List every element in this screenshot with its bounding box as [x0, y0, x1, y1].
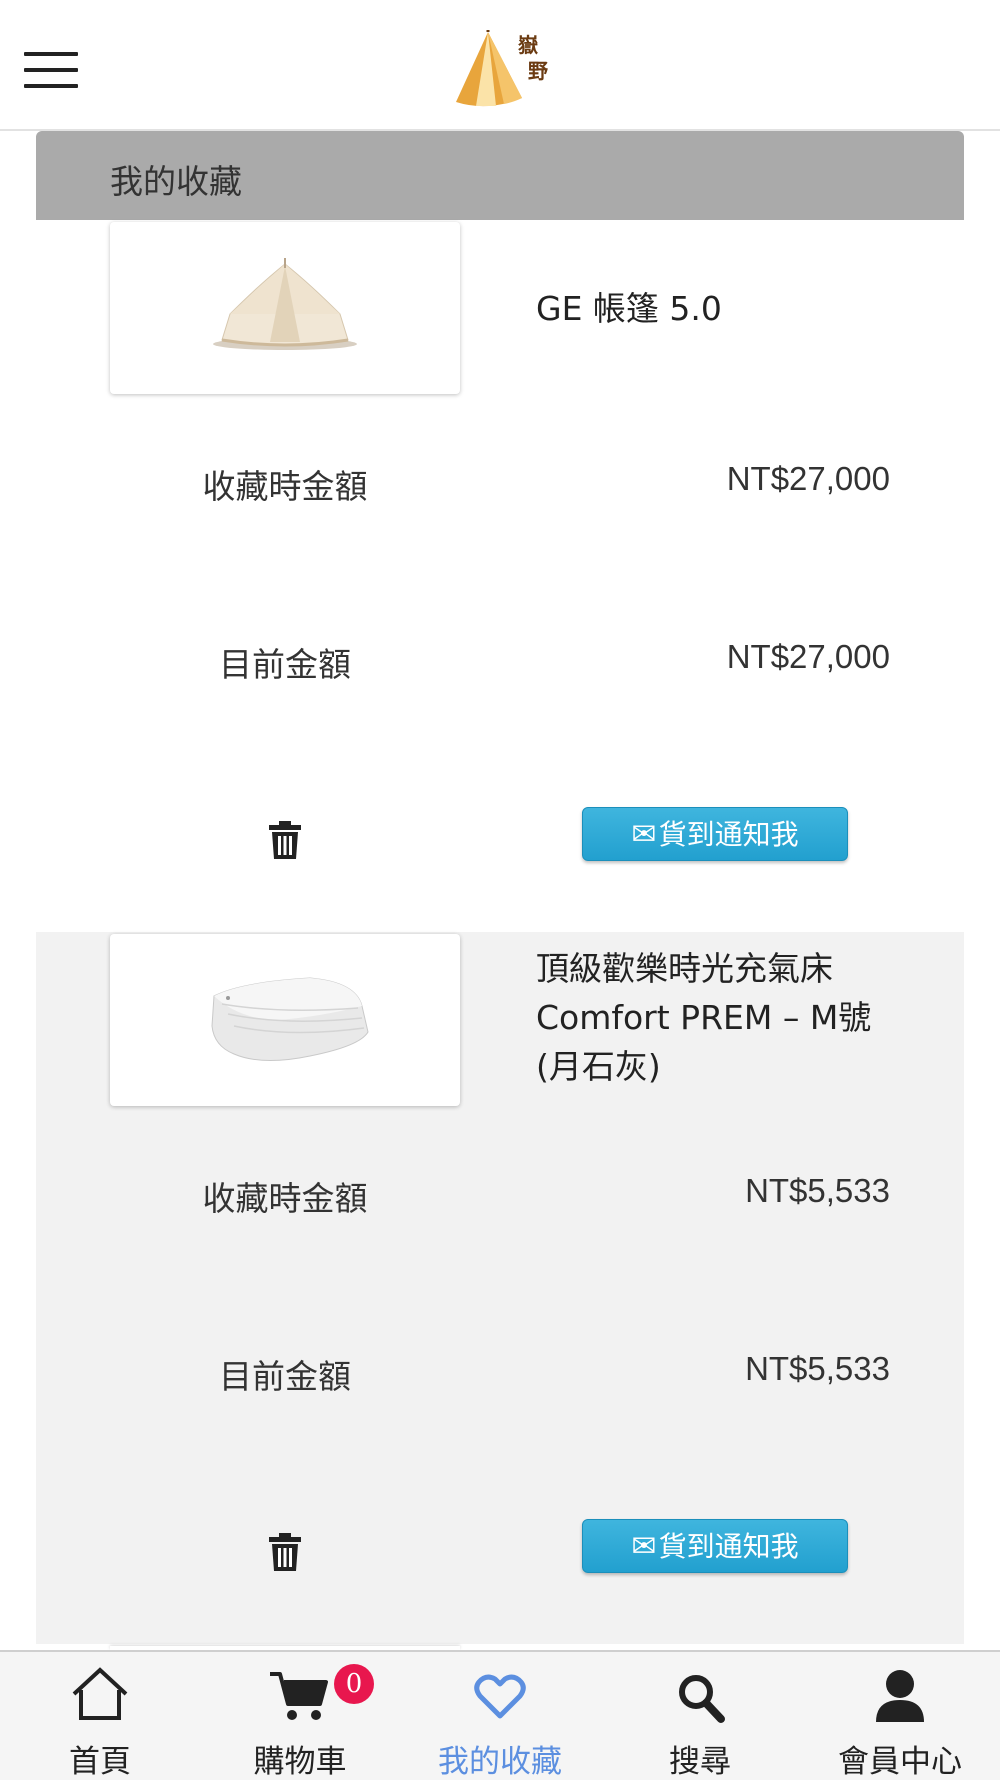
nav-label-search: 搜尋 [669, 1744, 731, 1780]
bell-tent-image [213, 258, 357, 350]
nav-label-member: 會員中心 [838, 1744, 962, 1780]
favorites-title-bar: 我的收藏 [36, 131, 964, 220]
current-price: NT$5,533 [745, 1350, 890, 1387]
air-mattress-image [211, 977, 369, 1062]
nav-favorites[interactable]: 我的收藏 [400, 1652, 600, 1780]
saved-price-label: 收藏時金額 [202, 467, 368, 506]
product-name[interactable]: 頂級歡樂時光充氣床 Comfort PREM – M號 (月石灰) [536, 944, 916, 1091]
bottom-nav: 首頁 0 購物車 我的收藏 搜尋 會員中心 [0, 1650, 1000, 1780]
nav-member[interactable]: 會員中心 [800, 1652, 1000, 1780]
saved-price-label: 收藏時金額 [202, 1179, 368, 1218]
cart-icon [270, 1672, 328, 1720]
notify-me-button[interactable]: ✉貨到通知我 [582, 807, 848, 861]
envelope-icon: ✉ [631, 817, 657, 852]
favorite-item: 頂級歡樂時光充氣床 Comfort PREM – M號 (月石灰) 收藏時金額 … [36, 932, 964, 1644]
top-header: 嶽 野 [0, 0, 1000, 131]
nav-cart[interactable]: 0 購物車 [200, 1652, 400, 1780]
current-price: NT$27,000 [726, 638, 890, 675]
tent-logo[interactable]: 嶽 野 [448, 26, 554, 114]
page-title: 我的收藏 [110, 162, 242, 201]
nav-label-home: 首頁 [69, 1744, 131, 1780]
home-icon [72, 1667, 128, 1720]
saved-price: NT$27,000 [726, 460, 890, 497]
trash-icon[interactable] [268, 1532, 302, 1572]
trash-icon[interactable] [268, 820, 302, 860]
notify-label: 貨到通知我 [658, 818, 799, 851]
nav-label-favorites: 我的收藏 [438, 1744, 562, 1780]
cart-count-badge: 0 [334, 1664, 374, 1704]
nav-home[interactable]: 首頁 [0, 1652, 200, 1780]
search-icon [679, 1675, 725, 1723]
menu-icon[interactable] [24, 52, 78, 88]
logo-text-1: 嶽 [518, 33, 538, 57]
logo-text-2: 野 [528, 59, 548, 83]
product-image[interactable] [110, 222, 460, 394]
current-price-label: 目前金額 [219, 645, 351, 684]
product-name[interactable]: GE 帳篷 5.0 [536, 284, 916, 333]
notify-me-button[interactable]: ✉貨到通知我 [582, 1519, 848, 1573]
saved-price: NT$5,533 [745, 1172, 890, 1209]
nav-label-cart: 購物車 [253, 1744, 347, 1780]
envelope-icon: ✉ [631, 1529, 657, 1564]
current-price-label: 目前金額 [219, 1357, 351, 1396]
nav-search[interactable]: 搜尋 [600, 1652, 800, 1780]
user-icon [876, 1670, 924, 1722]
heart-icon [474, 1674, 526, 1719]
product-image[interactable] [110, 934, 460, 1106]
notify-label: 貨到通知我 [658, 1530, 799, 1563]
favorite-item: GE 帳篷 5.0 收藏時金額 NT$27,000 目前金額 NT$27,000… [36, 220, 964, 932]
